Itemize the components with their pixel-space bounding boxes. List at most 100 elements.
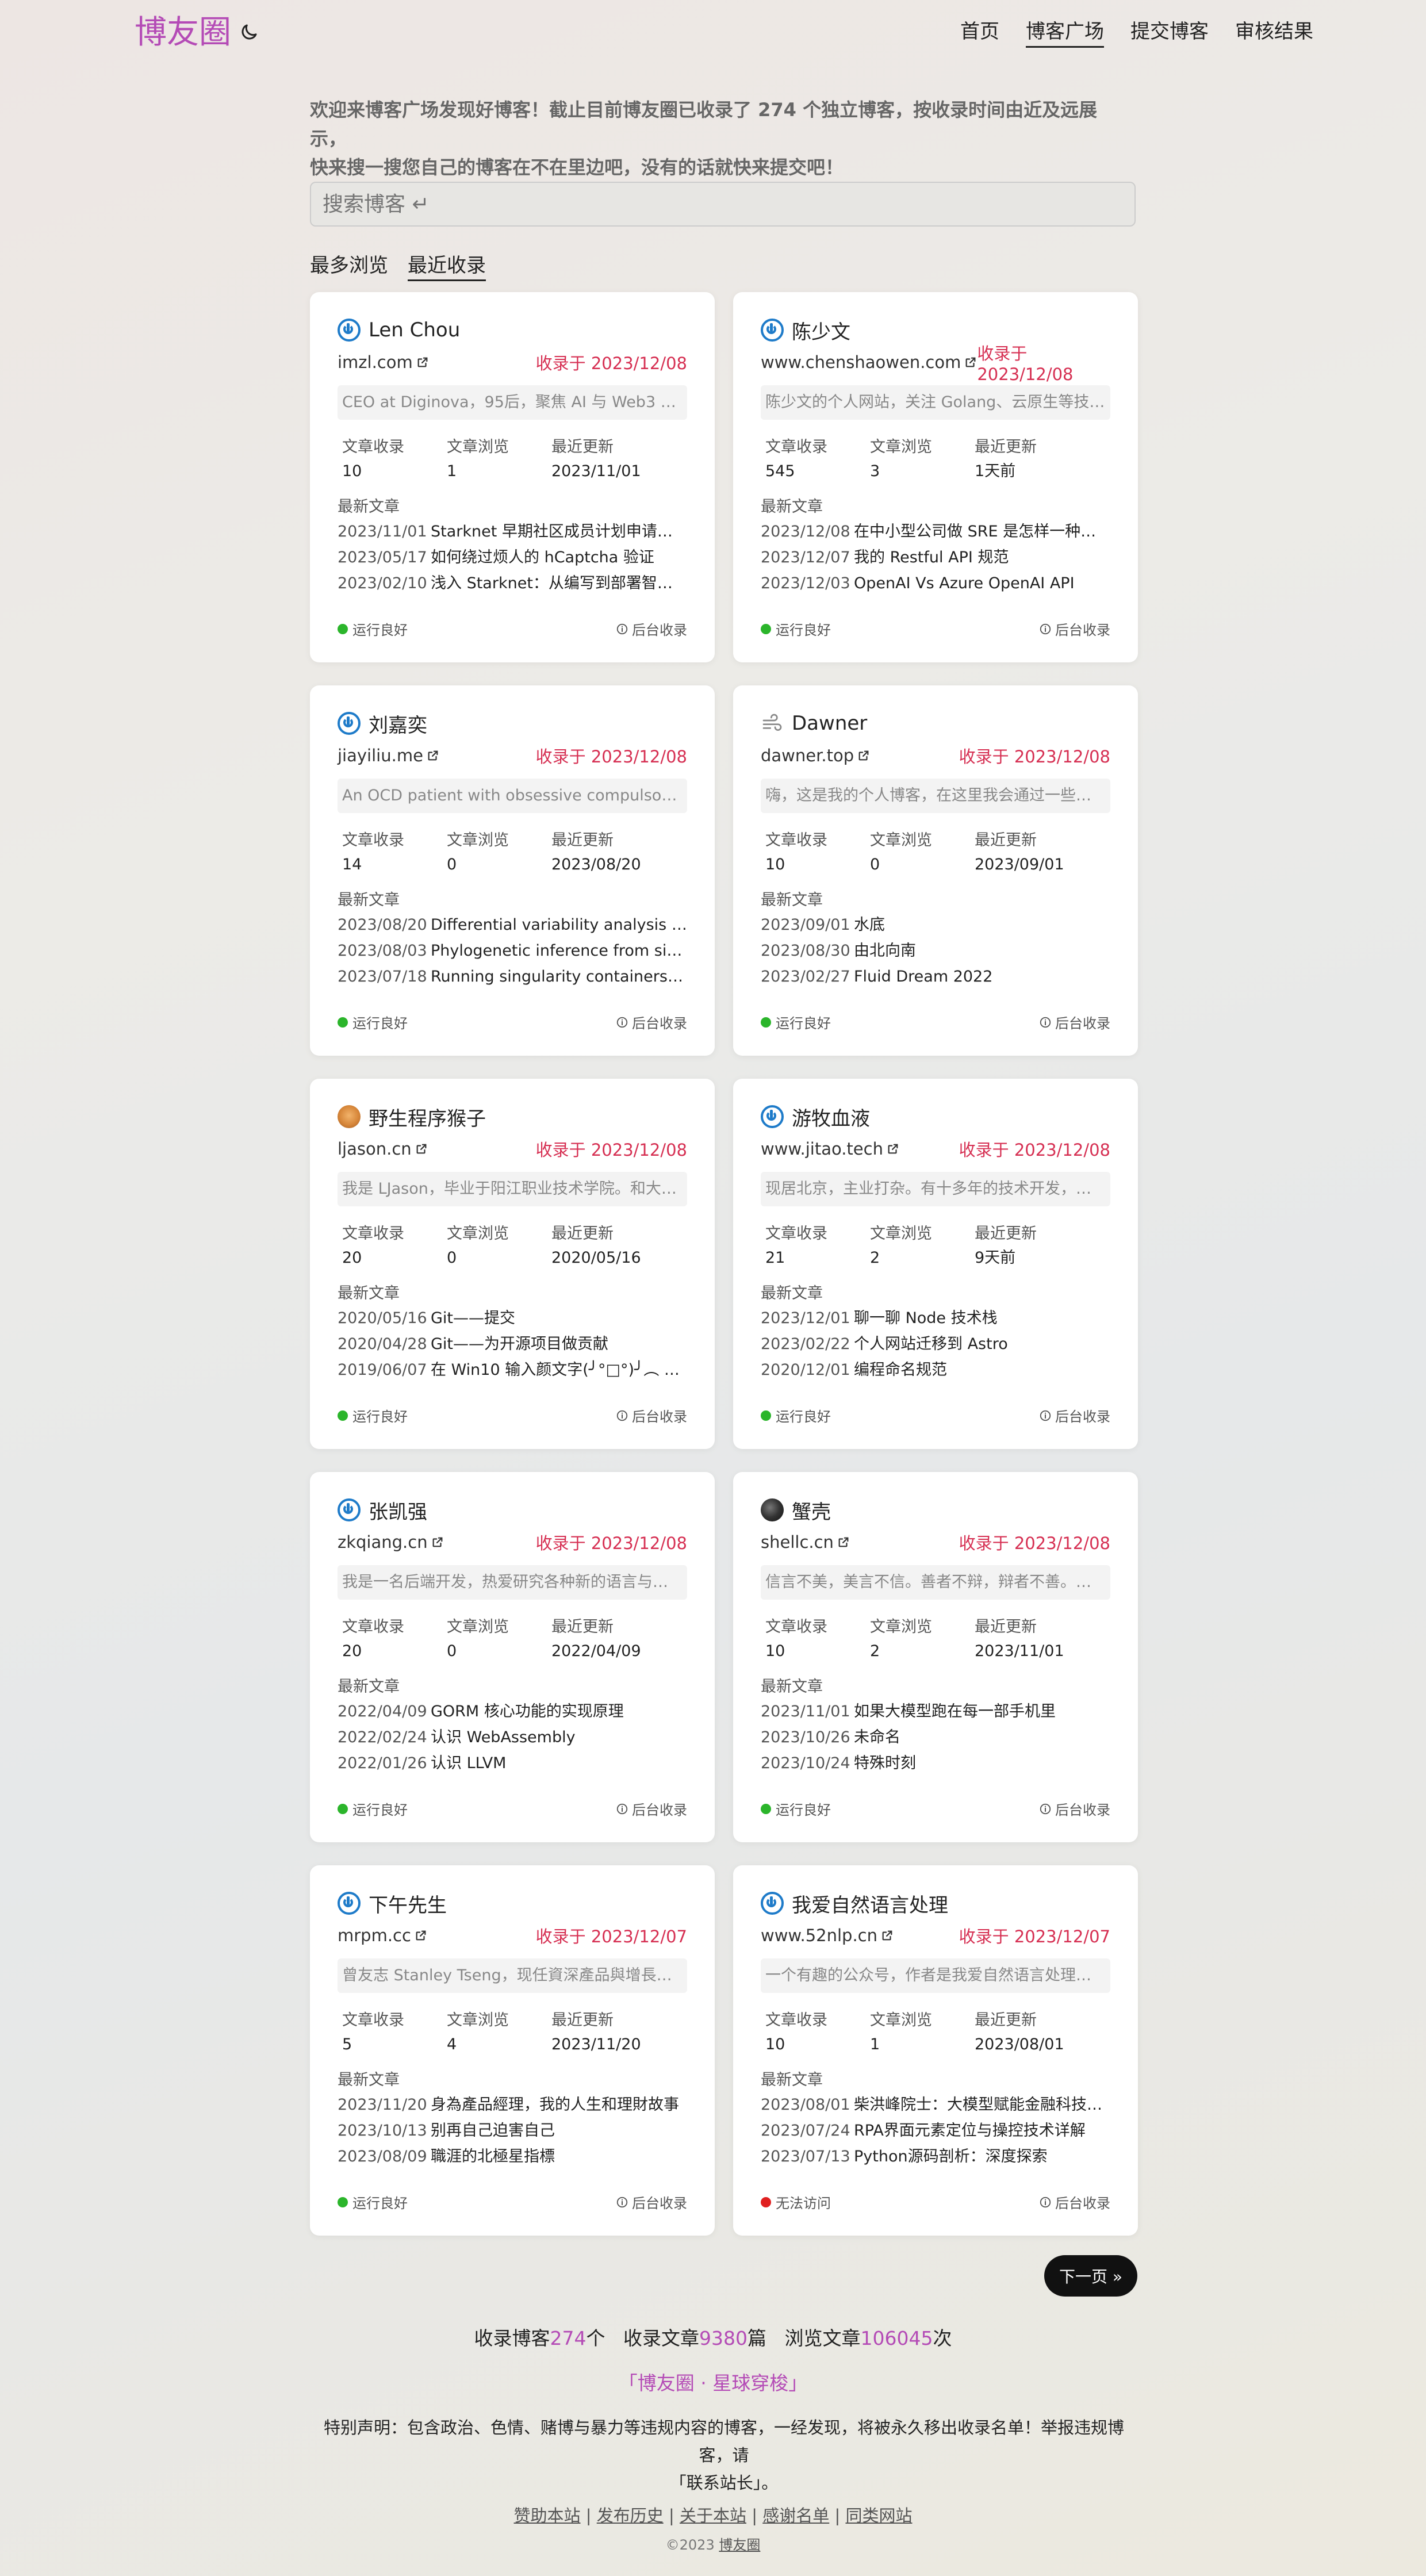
tab-most-viewed[interactable]: 最多浏览 bbox=[310, 252, 388, 281]
post-title[interactable]: 水底 bbox=[854, 912, 1110, 938]
post-title[interactable]: 个人网站迁移到 Astro bbox=[854, 1331, 1110, 1357]
post-item[interactable]: 2023/08/03 Phylogenetic inference from si… bbox=[338, 938, 687, 964]
copyright-link[interactable]: 博友圈 bbox=[719, 2537, 760, 2553]
post-item[interactable]: 2023/10/26 未命名 bbox=[761, 1724, 1110, 1750]
next-page-button[interactable]: 下一页 » bbox=[1044, 2255, 1137, 2297]
blog-card[interactable]: 野生程序猴子 ljason.cn 收录于 2023/12/08 我是 LJaso… bbox=[310, 1079, 715, 1449]
footer-link-similar[interactable]: 同类网站 bbox=[845, 2506, 912, 2525]
footer-link-about[interactable]: 关于本站 bbox=[680, 2506, 746, 2525]
post-title[interactable]: Starknet 早期社区成员计划申请指南 bbox=[431, 519, 687, 545]
moon-icon[interactable] bbox=[239, 22, 259, 43]
blog-name[interactable]: 刘嘉奕 bbox=[369, 710, 427, 738]
blog-name[interactable]: 我爱自然语言处理 bbox=[792, 1889, 948, 1918]
slogan-link[interactable]: 「博友圈 · 星球穿梭」 bbox=[0, 2368, 1426, 2395]
blog-domain[interactable]: dawner.top bbox=[761, 746, 854, 765]
post-item[interactable]: 2023/08/20 Differential variability analy… bbox=[338, 912, 687, 938]
footer-link-thanks[interactable]: 感谢名单 bbox=[762, 2506, 829, 2525]
blog-name[interactable]: 张凯强 bbox=[369, 1496, 427, 1524]
post-item[interactable]: 2023/11/01 如果大模型跑在每一部手机里 bbox=[761, 1699, 1110, 1724]
nav-home[interactable]: 首页 bbox=[960, 17, 999, 48]
post-item[interactable]: 2023/09/01 水底 bbox=[761, 912, 1110, 938]
post-title[interactable]: 未命名 bbox=[854, 1724, 1110, 1750]
blog-domain[interactable]: shellc.cn bbox=[761, 1532, 834, 1552]
footer-link-history[interactable]: 发布历史 bbox=[597, 2506, 664, 2525]
post-title[interactable]: GORM 核心功能的实现原理 bbox=[431, 1699, 687, 1724]
post-item[interactable]: 2023/07/13 Python源码剖析：深度探索 bbox=[761, 2144, 1110, 2169]
post-title[interactable]: 由北向南 bbox=[854, 938, 1110, 964]
post-item[interactable]: 2023/12/01 聊一聊 Node 技术栈 bbox=[761, 1305, 1110, 1331]
blog-name[interactable]: 下午先生 bbox=[369, 1889, 447, 1918]
post-title[interactable]: 认识 LLVM bbox=[431, 1750, 687, 1776]
post-item[interactable]: 2023/11/01 Starknet 早期社区成员计划申请指南 bbox=[338, 519, 687, 545]
post-item[interactable]: 2023/07/18 Running singularity containers… bbox=[338, 964, 687, 990]
post-title[interactable]: OpenAI Vs Azure OpenAI API bbox=[854, 570, 1110, 596]
post-title[interactable]: 身為產品經理，我的人生和理財故事 bbox=[431, 2092, 687, 2118]
post-title[interactable]: 在中小型公司做 SRE 是怎样一种体验 bbox=[854, 519, 1110, 545]
search-input[interactable] bbox=[310, 182, 1136, 227]
blog-domain[interactable]: www.52nlp.cn bbox=[761, 1926, 877, 1945]
post-item[interactable]: 2023/02/22 个人网站迁移到 Astro bbox=[761, 1331, 1110, 1357]
blog-domain[interactable]: ljason.cn bbox=[338, 1139, 412, 1159]
blog-name[interactable]: Len Chou bbox=[369, 319, 460, 342]
blog-card[interactable]: 我爱自然语言处理 www.52nlp.cn 收录于 2023/12/07 一个有… bbox=[733, 1865, 1138, 2236]
post-title[interactable]: Git——提交 bbox=[431, 1305, 687, 1331]
contact-admin-link[interactable]: 「联系站长」。 bbox=[670, 2473, 779, 2493]
blog-name[interactable]: 蟹壳 bbox=[792, 1496, 831, 1524]
post-item[interactable]: 2023/07/24 RPA界面元素定位与操控技术详解 bbox=[761, 2118, 1110, 2144]
blog-domain[interactable]: jiayiliu.me bbox=[338, 746, 423, 765]
post-title[interactable]: 如果大模型跑在每一部手机里 bbox=[854, 1699, 1110, 1724]
post-title[interactable]: 在 Win10 输入颜文字(╯°□°)╯︵ ┻━┻ bbox=[431, 1357, 687, 1383]
post-item[interactable]: 2020/12/01 编程命名规范 bbox=[761, 1357, 1110, 1383]
blog-card[interactable]: 下午先生 mrpm.cc 收录于 2023/12/07 曾友志 Stanley … bbox=[310, 1865, 715, 2236]
blog-domain-link[interactable]: imzl.com bbox=[338, 352, 429, 372]
post-title[interactable]: Phylogenetic inference from single-cell … bbox=[431, 938, 687, 964]
post-title[interactable]: 认识 WebAssembly bbox=[431, 1724, 687, 1750]
nav-review-results[interactable]: 审核结果 bbox=[1235, 17, 1313, 48]
blog-domain-link[interactable]: shellc.cn bbox=[761, 1532, 850, 1552]
blog-name[interactable]: Dawner bbox=[792, 712, 867, 735]
blog-domain-link[interactable]: www.52nlp.cn bbox=[761, 1926, 894, 1945]
post-title[interactable]: RPA界面元素定位与操控技术详解 bbox=[854, 2118, 1110, 2144]
site-logo[interactable]: 博友圈 bbox=[135, 13, 231, 53]
post-title[interactable]: 聊一聊 Node 技术栈 bbox=[854, 1305, 1110, 1331]
post-title[interactable]: Differential variability analysis of sin… bbox=[431, 912, 687, 938]
post-item[interactable]: 2023/05/17 如何绕过烦人的 hCaptcha 验证 bbox=[338, 545, 687, 570]
blog-name[interactable]: 野生程序猴子 bbox=[369, 1103, 486, 1131]
post-title[interactable]: 浅入 Starknet：从编写到部署智能合约 bbox=[431, 570, 687, 596]
post-item[interactable]: 2020/05/16 Git——提交 bbox=[338, 1305, 687, 1331]
post-title[interactable]: Running singularity containers in HPC bbox=[431, 964, 687, 990]
blog-name[interactable]: 游牧血液 bbox=[792, 1103, 870, 1131]
tab-recently-added[interactable]: 最近收录 bbox=[408, 252, 486, 281]
post-item[interactable]: 2023/02/10 浅入 Starknet：从编写到部署智能合约 bbox=[338, 570, 687, 596]
blog-domain-link[interactable]: www.jitao.tech bbox=[761, 1139, 899, 1159]
post-item[interactable]: 2022/02/24 认识 WebAssembly bbox=[338, 1724, 687, 1750]
blog-card[interactable]: 游牧血液 www.jitao.tech 收录于 2023/12/08 现居北京，… bbox=[733, 1079, 1138, 1449]
post-item[interactable]: 2023/11/20 身為產品經理，我的人生和理財故事 bbox=[338, 2092, 687, 2118]
post-title[interactable]: 柴洪峰院士：大模型赋能金融科技发展 bbox=[854, 2092, 1110, 2118]
post-item[interactable]: 2023/08/30 由北向南 bbox=[761, 938, 1110, 964]
blog-card[interactable]: 张凯强 zkqiang.cn 收录于 2023/12/08 我是一名后端开发，热… bbox=[310, 1472, 715, 1842]
post-item[interactable]: 2023/02/27 Fluid Dream 2022 bbox=[761, 964, 1110, 990]
blog-card[interactable]: 陈少文 www.chenshaowen.com 收录于 2023/12/08 陈… bbox=[733, 292, 1138, 662]
footer-link-sponsor[interactable]: 赞助本站 bbox=[514, 2506, 581, 2525]
post-item[interactable]: 2023/12/08 在中小型公司做 SRE 是怎样一种体验 bbox=[761, 519, 1110, 545]
post-title[interactable]: 如何绕过烦人的 hCaptcha 验证 bbox=[431, 545, 687, 570]
post-item[interactable]: 2023/08/09 職涯的北極星指標 bbox=[338, 2144, 687, 2169]
blog-domain-link[interactable]: ljason.cn bbox=[338, 1139, 428, 1159]
blog-domain[interactable]: mrpm.cc bbox=[338, 1926, 411, 1945]
post-item[interactable]: 2022/04/09 GORM 核心功能的实现原理 bbox=[338, 1699, 687, 1724]
post-title[interactable]: Fluid Dream 2022 bbox=[854, 964, 1110, 990]
blog-domain[interactable]: zkqiang.cn bbox=[338, 1532, 428, 1552]
blog-card[interactable]: Len Chou imzl.com 收录于 2023/12/08 CEO at … bbox=[310, 292, 715, 662]
post-title[interactable]: 職涯的北極星指標 bbox=[431, 2144, 687, 2169]
post-item[interactable]: 2019/06/07 在 Win10 输入颜文字(╯°□°)╯︵ ┻━┻ bbox=[338, 1357, 687, 1383]
blog-card[interactable]: Dawner dawner.top 收录于 2023/12/08 嗨，这是我的个… bbox=[733, 685, 1138, 1056]
post-title[interactable]: 编程命名规范 bbox=[854, 1357, 1110, 1383]
blog-card[interactable]: 蟹壳 shellc.cn 收录于 2023/12/08 信言不美，美言不信。善者… bbox=[733, 1472, 1138, 1842]
nav-submit-blog[interactable]: 提交博客 bbox=[1130, 17, 1209, 48]
blog-domain-link[interactable]: mrpm.cc bbox=[338, 1926, 427, 1945]
blog-domain-link[interactable]: www.chenshaowen.com bbox=[761, 352, 977, 372]
post-item[interactable]: 2022/01/26 认识 LLVM bbox=[338, 1750, 687, 1776]
nav-blog-square[interactable]: 博客广场 bbox=[1026, 17, 1104, 48]
blog-domain[interactable]: www.chenshaowen.com bbox=[761, 352, 961, 372]
